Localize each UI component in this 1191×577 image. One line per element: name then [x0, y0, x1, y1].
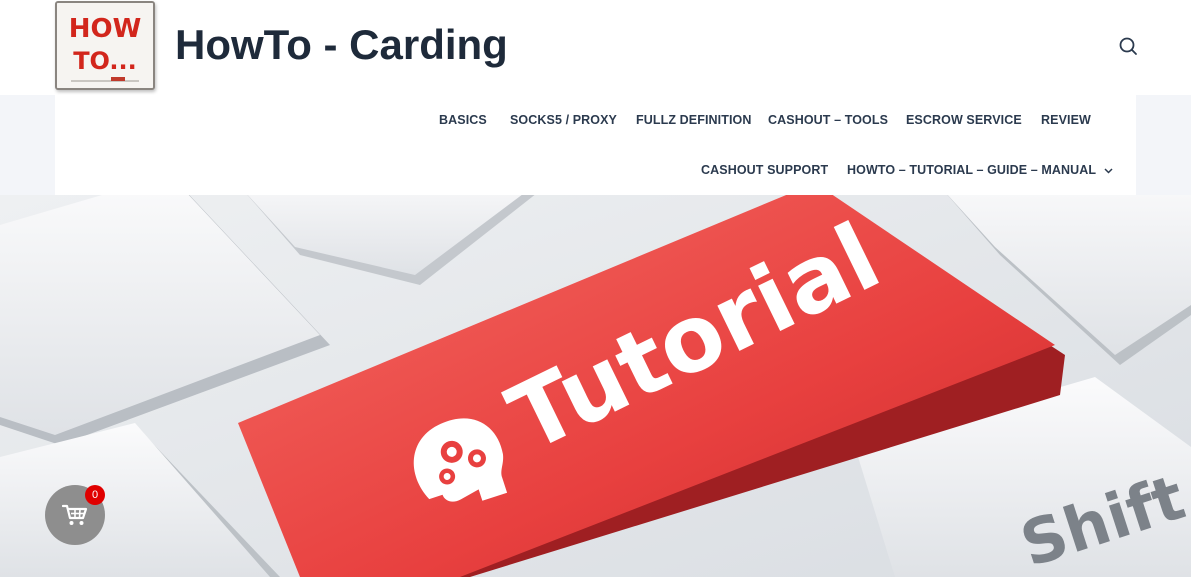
chevron-down-icon — [1104, 168, 1113, 174]
nav-item-howto-tutorial-guide-manual[interactable]: HOWTO – TUTORIAL – GUIDE – MANUAL — [847, 163, 1113, 177]
logo-text-to: TO... — [73, 47, 137, 75]
search-button[interactable] — [1116, 34, 1140, 58]
nav-item-basics[interactable]: BASICS — [439, 113, 487, 127]
nav-item-cashout-support[interactable]: CASHOUT SUPPORT — [701, 163, 828, 177]
cart-icon — [62, 504, 88, 525]
logo-text-how: HOW — [69, 14, 142, 44]
nav-container: BASICS SOCKS5 / PROXY FULLZ DEFINITION C… — [55, 95, 1136, 195]
search-icon — [1119, 37, 1137, 55]
nav-item-fullz-definition[interactable]: FULLZ DEFINITION — [636, 113, 751, 127]
site-title[interactable]: HowTo - Carding — [175, 21, 508, 69]
hero-image: Shift Tutorial — [0, 195, 1191, 577]
nav-item-escrow-service[interactable]: ESCROW SERVICE — [906, 113, 1022, 127]
nav-item-socks5-proxy[interactable]: SOCKS5 / PROXY — [510, 113, 617, 127]
cart-count-badge: 0 — [85, 485, 105, 505]
nav-item-review[interactable]: REVIEW — [1041, 113, 1091, 127]
nav-item-cashout-tools[interactable]: CASHOUT – TOOLS — [768, 113, 888, 127]
nav-item-howto-label: HOWTO – TUTORIAL – GUIDE – MANUAL — [847, 163, 1097, 177]
site-header: HOW TO... HowTo - Carding — [0, 0, 1191, 95]
site-logo[interactable]: HOW TO... — [55, 1, 155, 90]
page: HOW TO... HowTo - Carding BASICS SOCKS5 … — [0, 0, 1191, 577]
main-navigation: BASICS SOCKS5 / PROXY FULLZ DEFINITION C… — [0, 95, 1191, 195]
